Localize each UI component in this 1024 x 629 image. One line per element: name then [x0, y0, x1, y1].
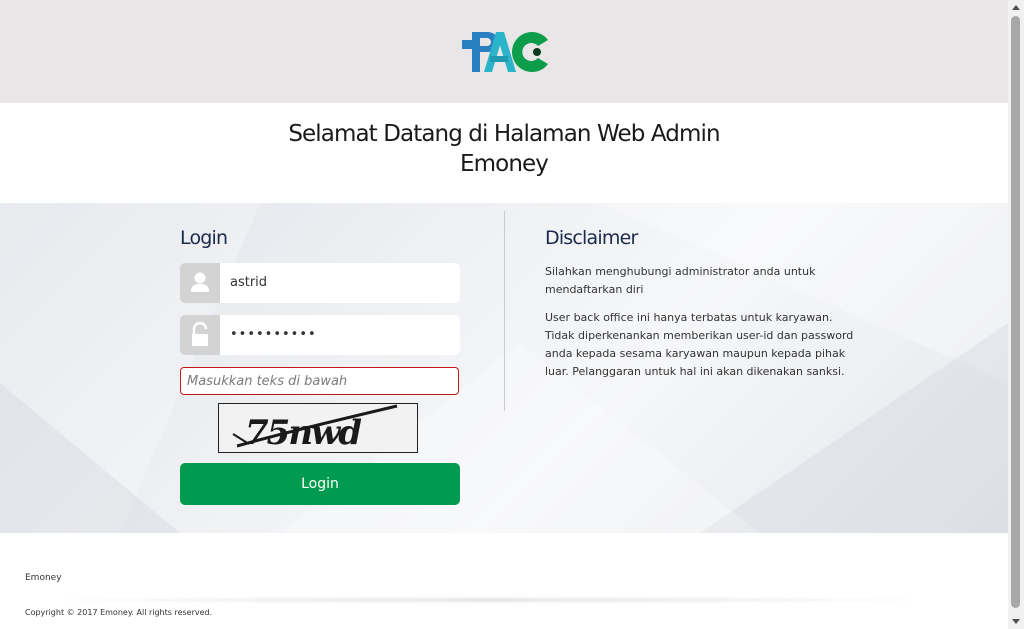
disclaimer-text-1: Silahkan menghubungi administrator anda … [545, 265, 816, 296]
disclaimer-heading: Disclaimer [545, 227, 638, 249]
pac-logo [460, 28, 552, 76]
lock-icon [180, 315, 220, 355]
captcha-image: 75nwd [218, 403, 418, 453]
welcome-section: Selamat Datang di Halaman Web Admin Emon… [0, 103, 1008, 203]
footer-copyright: Copyright © 2017 Emoney. All rights rese… [25, 608, 213, 617]
login-heading: Login [180, 227, 228, 249]
footer-brand: Emoney [25, 573, 62, 583]
username-value: astrid [230, 275, 268, 290]
welcome-title: Selamat Datang di Halaman Web Admin [288, 121, 720, 147]
login-button[interactable]: Login [180, 463, 460, 505]
login-panel: Login astrid •••••••••• 75nwd Login Disc… [0, 203, 1008, 533]
username-field[interactable]: astrid [180, 263, 460, 303]
user-icon [180, 263, 220, 303]
scroll-down-arrow-icon[interactable] [1012, 619, 1020, 624]
panel-divider [504, 211, 505, 411]
disclaimer-text-2: User back office ini hanya terbatas untu… [545, 311, 854, 378]
footer-divider [30, 596, 950, 604]
password-value: •••••••••• [230, 327, 317, 342]
password-field[interactable]: •••••••••• [180, 315, 460, 355]
scroll-up-arrow-icon[interactable] [1012, 5, 1020, 10]
scroll-thumb[interactable] [1011, 16, 1020, 608]
page-header [0, 0, 1008, 103]
welcome-subtitle: Emoney [460, 151, 549, 177]
vertical-scrollbar[interactable] [1008, 0, 1024, 629]
captcha-input[interactable] [180, 367, 459, 395]
